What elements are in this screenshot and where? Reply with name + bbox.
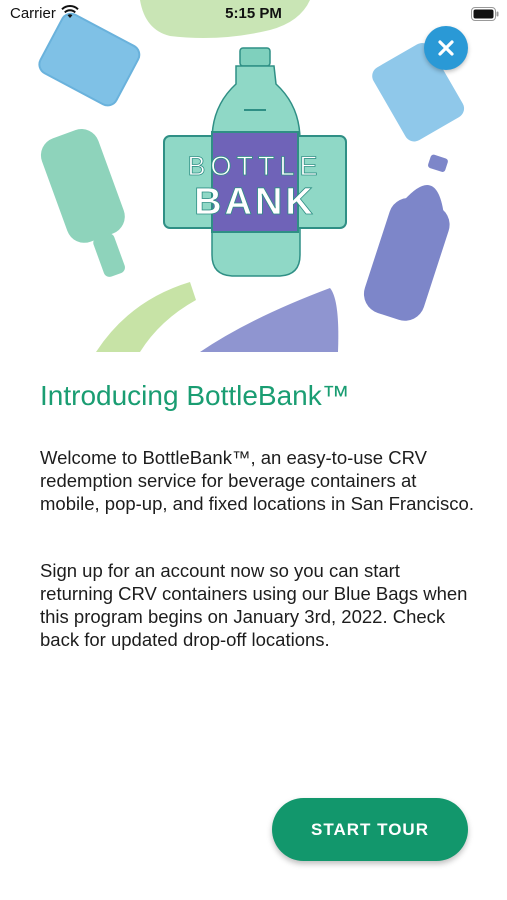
start-tour-button[interactable]: START TOUR <box>272 798 468 861</box>
logo-line2: BANK <box>194 181 316 223</box>
green-bottle-left <box>40 129 125 277</box>
bottlebank-logo: BOTTLE BANK <box>163 131 347 233</box>
lime-can-bottom <box>96 282 196 352</box>
logo-line1: BOTTLE <box>187 151 322 181</box>
purple-bottle-right <box>363 154 450 321</box>
status-bar: Carrier 5:15 PM <box>0 0 507 28</box>
close-button[interactable] <box>424 26 468 70</box>
intro-paragraph-2: Sign up for an account now so you can st… <box>40 560 468 650</box>
intro-paragraph-1: Welcome to BottleBank™, an easy-to-use C… <box>40 447 474 514</box>
status-time: 5:15 PM <box>225 5 282 22</box>
battery-icon <box>471 7 499 26</box>
close-icon <box>438 40 454 56</box>
purple-can-bottom <box>200 288 339 352</box>
intro-title: Introducing BottleBank™ <box>40 380 350 411</box>
